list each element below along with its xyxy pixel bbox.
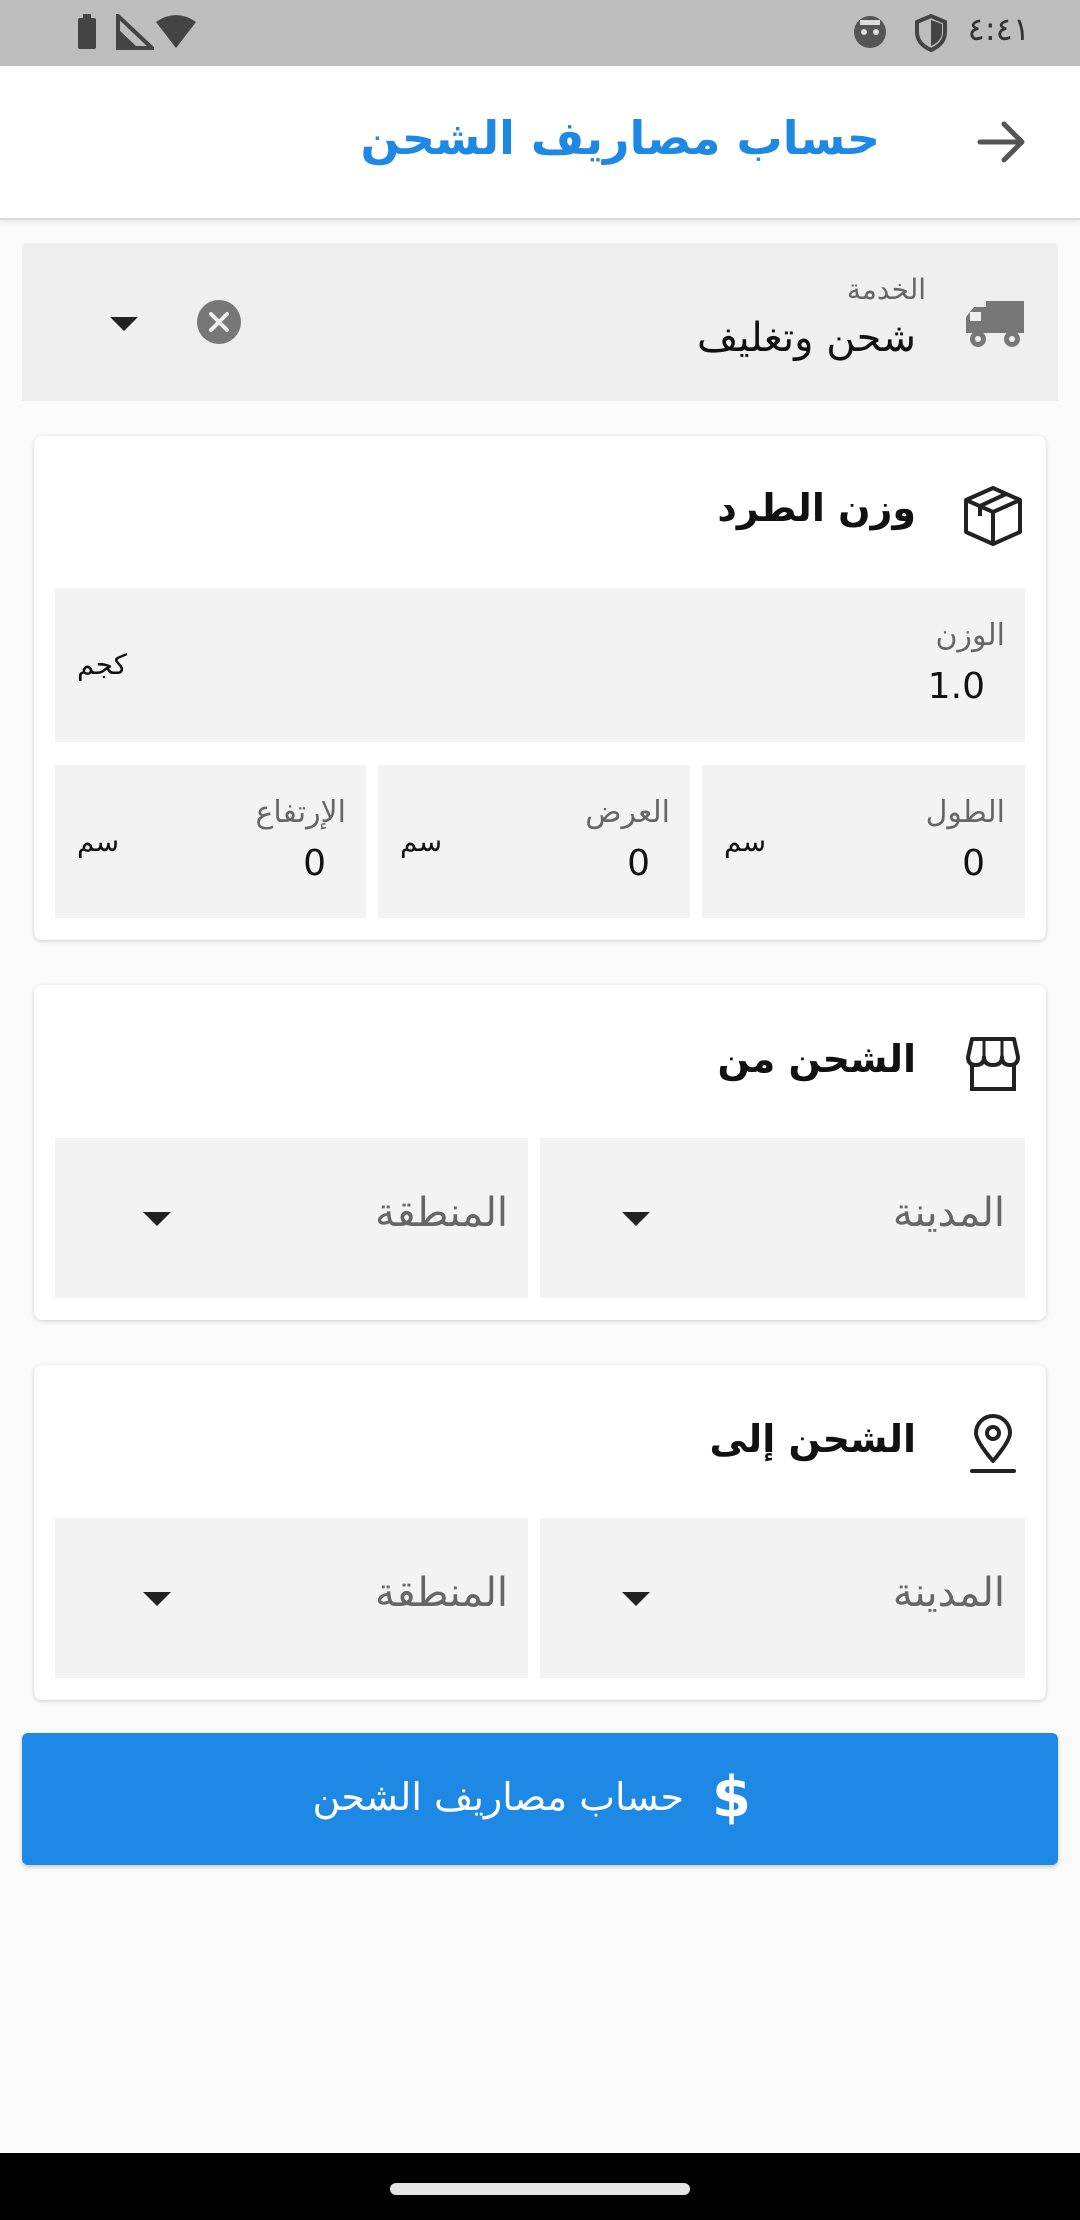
ship-from-card: الشحن من المدينة المنطقة <box>34 985 1046 1320</box>
dropdown-arrow-icon[interactable] <box>104 309 144 339</box>
location-pin-icon <box>970 1414 1016 1473</box>
arrow-right-icon[interactable] <box>974 114 1030 170</box>
wifi-icon <box>156 15 196 48</box>
length-value: 0 <box>962 843 985 884</box>
height-field[interactable]: الإرتفاع 0 سم <box>55 765 366 918</box>
width-unit: سم <box>400 825 443 858</box>
length-field[interactable]: الطول 0 سم <box>702 765 1025 918</box>
ship-to-city-placeholder: المدينة <box>892 1570 1005 1616</box>
shield-icon <box>915 14 947 52</box>
ship-from-area-dropdown[interactable]: المنطقة <box>55 1138 528 1298</box>
ship-to-area-placeholder: المنطقة <box>375 1570 508 1616</box>
weight-unit: كجم <box>77 648 128 681</box>
page-title: حساب مصاريف الشحن <box>360 111 881 165</box>
width-label: العرض <box>585 795 670 830</box>
service-dropdown[interactable]: الخدمة شحن وتغليف <box>22 243 1058 401</box>
ship-from-city-placeholder: المدينة <box>892 1190 1005 1236</box>
ship-from-area-placeholder: المنطقة <box>375 1190 508 1236</box>
home-gesture-handle[interactable] <box>390 2183 690 2195</box>
calculate-button-label: حساب مصاريف الشحن <box>312 1775 684 1819</box>
store-icon <box>966 1037 1020 1091</box>
ship-from-title: الشحن من <box>717 1037 917 1081</box>
weight-label: الوزن <box>935 618 1006 653</box>
ship-to-card: الشحن إلى المدينة المنطقة <box>34 1365 1046 1700</box>
weight-value: 1.0 <box>927 666 985 707</box>
length-unit: سم <box>724 825 767 858</box>
dropdown-arrow-icon <box>143 1212 171 1226</box>
status-time: ٤:٤١ <box>967 10 1030 48</box>
truck-icon <box>966 301 1024 347</box>
battery-icon <box>78 14 96 49</box>
calculate-shipping-button[interactable]: حساب مصاريف الشحن $ <box>22 1733 1058 1865</box>
dollar-icon: $ <box>712 1765 751 1830</box>
height-label: الإرتفاع <box>255 795 347 830</box>
ship-to-city-dropdown[interactable]: المدينة <box>540 1518 1025 1678</box>
package-weight-card: وزن الطرد الوزن 1.0 كجم الطول 0 سم العرض… <box>34 436 1046 940</box>
height-unit: سم <box>77 825 120 858</box>
ship-to-title: الشحن إلى <box>709 1417 916 1461</box>
app-bar: حساب مصاريف الشحن <box>0 66 1080 220</box>
dropdown-arrow-icon <box>622 1212 650 1226</box>
package-weight-title: وزن الطرد <box>717 486 916 530</box>
height-value: 0 <box>303 843 326 884</box>
weight-field[interactable]: الوزن 1.0 كجم <box>55 588 1025 742</box>
length-label: الطول <box>925 795 1005 830</box>
width-field[interactable]: العرض 0 سم <box>378 765 690 918</box>
dropdown-arrow-icon <box>143 1592 171 1606</box>
ship-from-city-dropdown[interactable]: المدينة <box>540 1138 1025 1298</box>
box-icon <box>964 486 1022 546</box>
service-value: شحن وتغليف <box>697 315 916 361</box>
service-label: الخدمة <box>846 273 926 306</box>
signal-icon <box>116 14 154 50</box>
status-bar: ٤:٤١ <box>0 0 1080 66</box>
clear-icon[interactable] <box>196 299 242 345</box>
width-value: 0 <box>627 843 650 884</box>
navigation-bar <box>0 2153 1080 2220</box>
ship-to-area-dropdown[interactable]: المنطقة <box>55 1518 528 1678</box>
dropdown-arrow-icon <box>622 1592 650 1606</box>
face-icon <box>854 16 886 48</box>
